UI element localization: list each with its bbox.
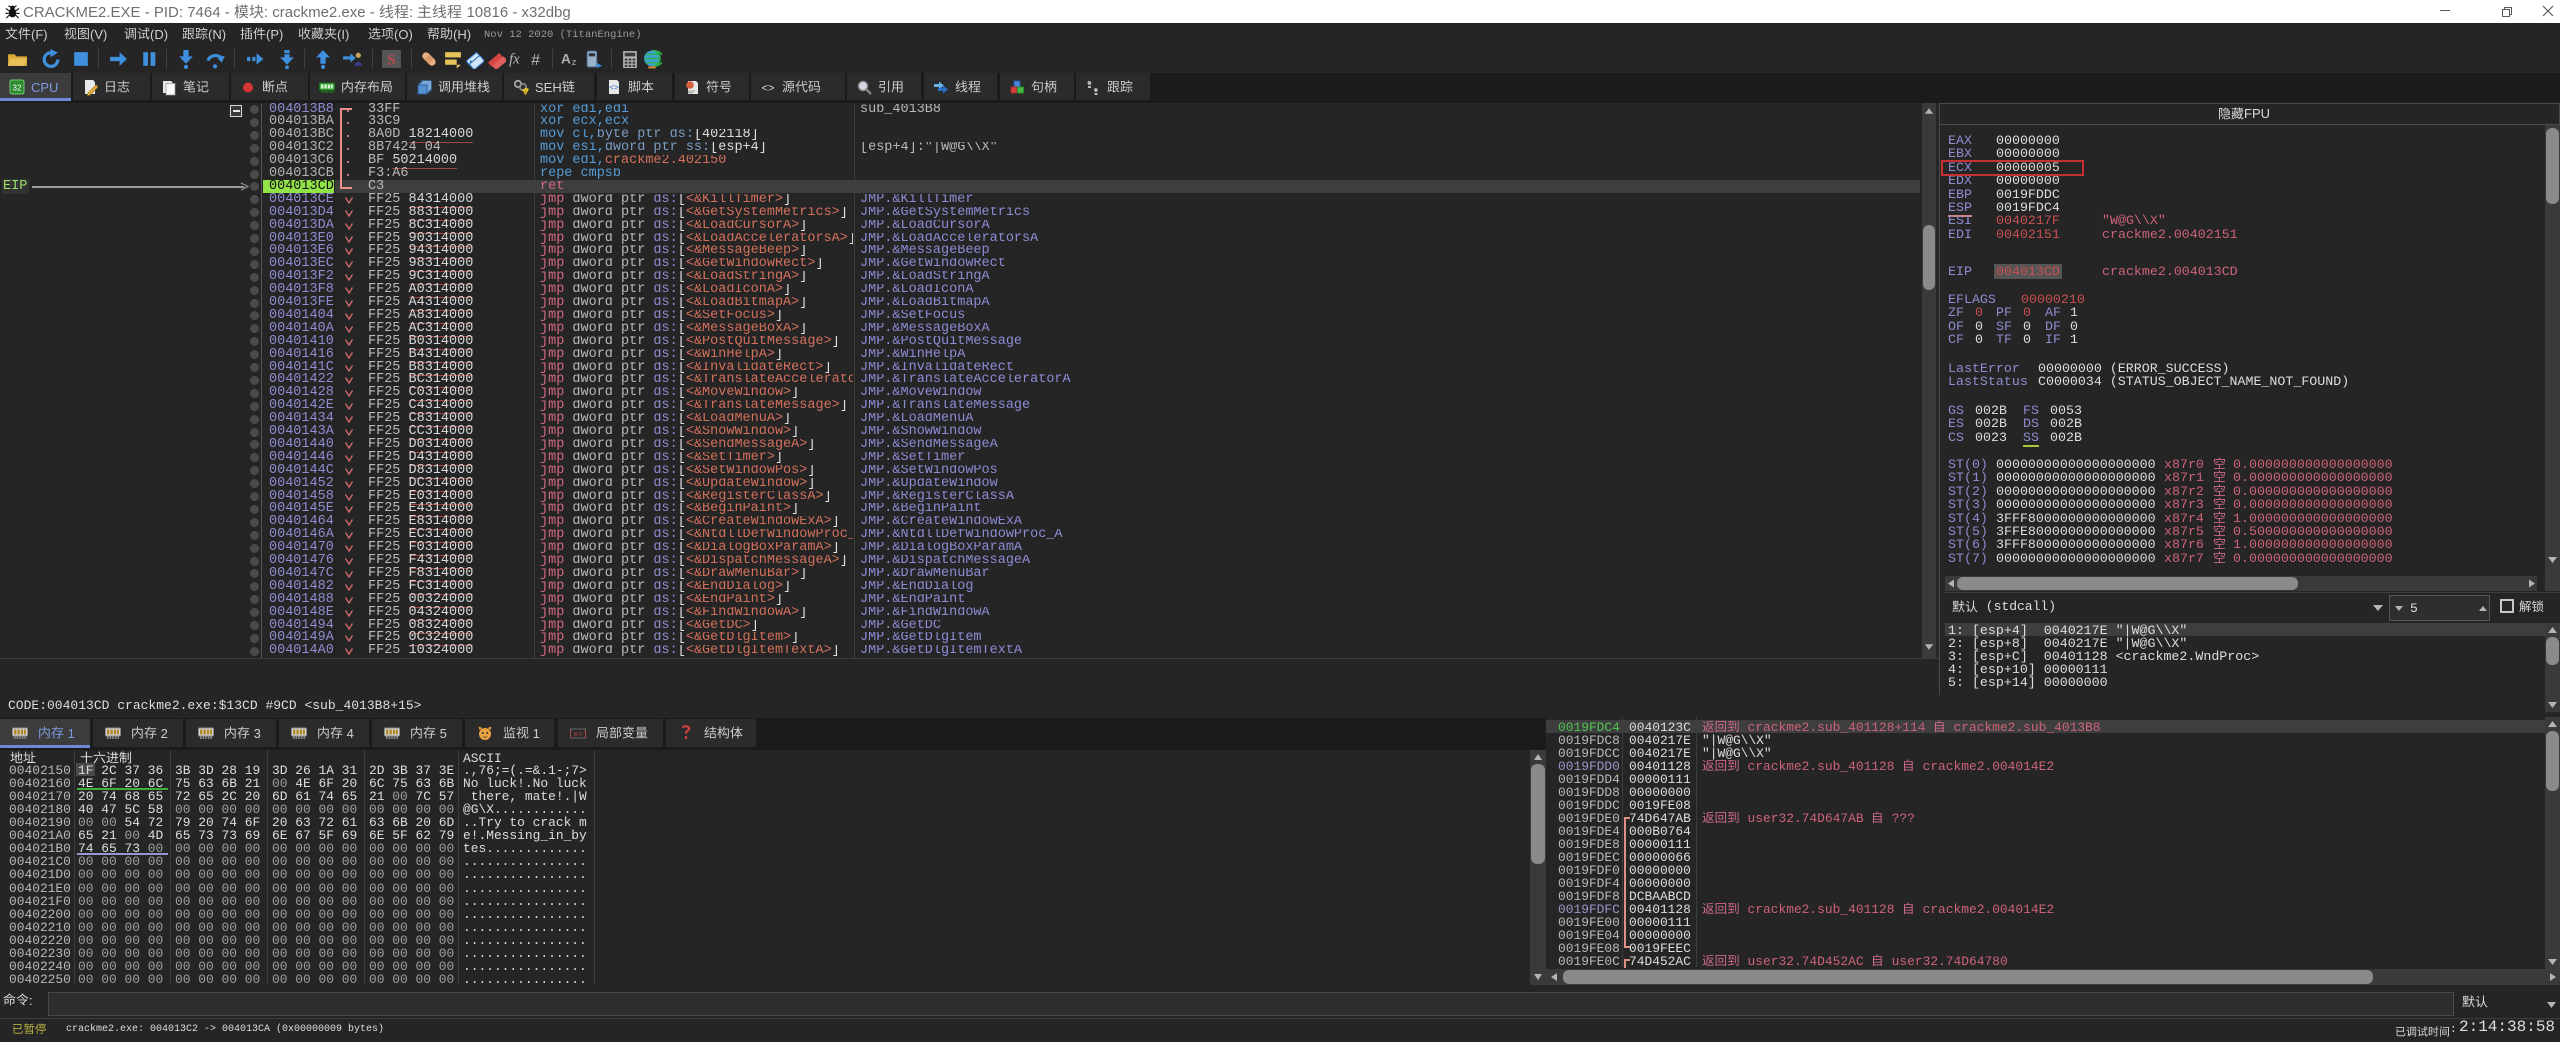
svg-text:z: z — [572, 57, 577, 68]
svg-text:32: 32 — [13, 84, 22, 93]
svg-text:[x=]: [x=] — [570, 731, 586, 740]
svg-text:A: A — [561, 52, 571, 67]
svg-text:<>: <> — [761, 84, 774, 96]
svg-text:<>: <> — [609, 84, 619, 93]
svg-text:fx: fx — [509, 52, 520, 68]
svg-text:#: # — [531, 52, 540, 69]
svg-text:S: S — [387, 52, 395, 68]
